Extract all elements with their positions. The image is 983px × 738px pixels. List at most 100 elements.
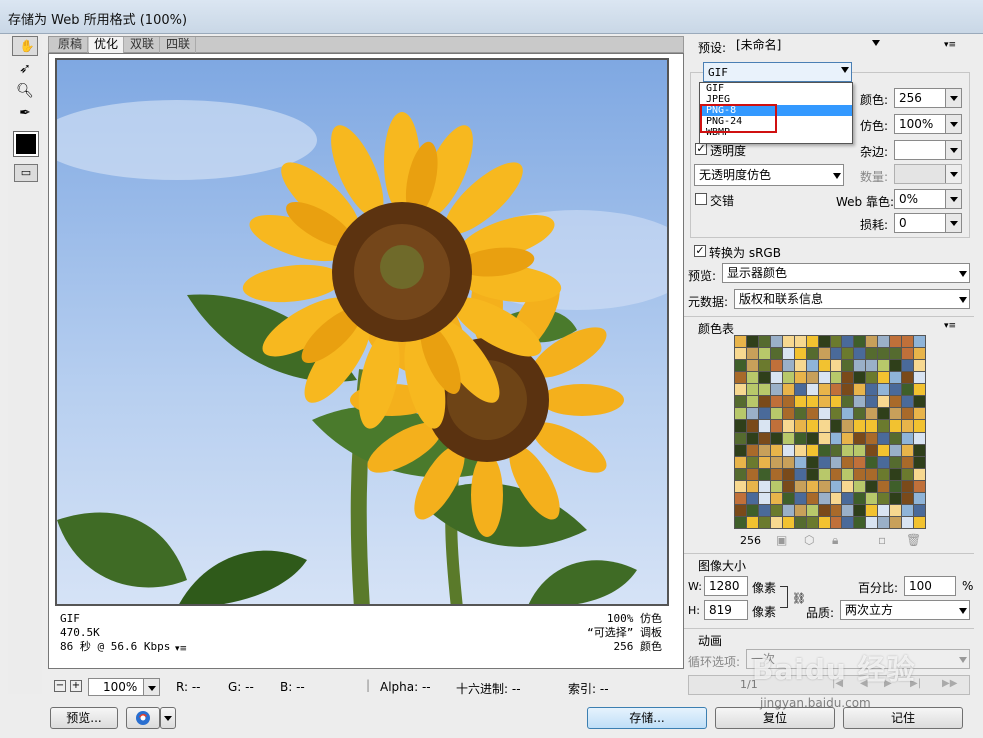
color-swatch[interactable]: [902, 396, 914, 408]
color-swatch[interactable]: [890, 516, 902, 528]
color-swatch[interactable]: [770, 444, 782, 456]
color-swatch[interactable]: [758, 444, 770, 456]
color-swatch[interactable]: [758, 456, 770, 468]
color-swatch[interactable]: [890, 444, 902, 456]
color-swatch[interactable]: [830, 480, 842, 492]
new-color-icon[interactable]: ▫: [878, 533, 886, 547]
color-swatch[interactable]: [758, 372, 770, 384]
color-swatch[interactable]: [770, 372, 782, 384]
color-swatch[interactable]: [770, 420, 782, 432]
color-swatch[interactable]: [866, 360, 878, 372]
color-swatch[interactable]: [830, 504, 842, 516]
color-swatch[interactable]: [794, 444, 806, 456]
color-swatch[interactable]: [866, 336, 878, 348]
color-swatch[interactable]: [806, 516, 818, 528]
color-swatch[interactable]: [866, 420, 878, 432]
lossy-field[interactable]: 0: [894, 213, 962, 233]
eyedropper-color-swatch[interactable]: [13, 131, 39, 157]
color-swatch[interactable]: [746, 360, 758, 372]
color-swatch[interactable]: [782, 504, 794, 516]
color-swatch[interactable]: [818, 384, 830, 396]
download-speed-menu-icon[interactable]: ▾≡: [175, 645, 189, 655]
color-swatch[interactable]: [890, 420, 902, 432]
color-swatch[interactable]: [818, 360, 830, 372]
color-swatch[interactable]: [902, 420, 914, 432]
color-swatch[interactable]: [830, 420, 842, 432]
color-swatch[interactable]: [782, 372, 794, 384]
remember-button[interactable]: 记住: [843, 707, 963, 729]
color-swatch[interactable]: [806, 408, 818, 420]
color-swatch[interactable]: [735, 480, 746, 492]
color-swatch[interactable]: [746, 348, 758, 360]
color-swatch[interactable]: [878, 336, 890, 348]
color-swatch[interactable]: [830, 468, 842, 480]
color-swatch[interactable]: [818, 468, 830, 480]
color-swatch[interactable]: [878, 480, 890, 492]
color-swatch[interactable]: [794, 504, 806, 516]
color-swatch[interactable]: [878, 516, 890, 528]
color-swatch[interactable]: [902, 504, 914, 516]
color-swatch[interactable]: [806, 384, 818, 396]
color-swatch[interactable]: [735, 360, 746, 372]
color-swatch[interactable]: [735, 444, 746, 456]
web-snap-field[interactable]: 0%: [894, 189, 962, 209]
color-swatch[interactable]: [890, 480, 902, 492]
color-swatch[interactable]: [890, 360, 902, 372]
color-swatch[interactable]: [758, 504, 770, 516]
color-swatch[interactable]: [818, 348, 830, 360]
color-swatch[interactable]: [842, 360, 854, 372]
color-swatch[interactable]: [890, 372, 902, 384]
format-option-gif[interactable]: GIF: [700, 83, 852, 94]
color-swatch[interactable]: [842, 384, 854, 396]
color-swatch[interactable]: [735, 396, 746, 408]
color-swatch[interactable]: [842, 516, 854, 528]
color-swatch[interactable]: [782, 420, 794, 432]
color-swatch[interactable]: [806, 432, 818, 444]
color-swatch[interactable]: [770, 468, 782, 480]
color-swatch[interactable]: [902, 348, 914, 360]
lock-color-icon[interactable]: 🔒︎: [832, 533, 838, 548]
color-swatch[interactable]: [866, 504, 878, 516]
color-swatch[interactable]: [782, 468, 794, 480]
quality-select[interactable]: 两次立方: [840, 600, 970, 620]
color-swatch[interactable]: [794, 456, 806, 468]
color-swatch[interactable]: [818, 456, 830, 468]
trash-icon[interactable]: 🗑︎: [906, 533, 921, 547]
sunflower-image[interactable]: [55, 58, 669, 606]
color-swatch[interactable]: [902, 372, 914, 384]
color-swatch[interactable]: [758, 420, 770, 432]
color-swatch[interactable]: [878, 456, 890, 468]
color-swatch[interactable]: [794, 480, 806, 492]
color-swatch[interactable]: [854, 444, 866, 456]
color-swatch[interactable]: [866, 372, 878, 384]
color-swatch[interactable]: [782, 456, 794, 468]
tab-optimized[interactable]: 优化: [89, 37, 125, 53]
metadata-select[interactable]: 版权和联系信息: [734, 289, 970, 309]
color-swatch[interactable]: [758, 336, 770, 348]
color-swatch[interactable]: [794, 372, 806, 384]
color-swatch[interactable]: [842, 420, 854, 432]
transparency-checkbox[interactable]: ✓: [695, 143, 707, 155]
color-swatch[interactable]: [878, 420, 890, 432]
color-swatch[interactable]: [878, 348, 890, 360]
color-swatch[interactable]: [890, 492, 902, 504]
slice-select-tool-icon[interactable]: ➶: [12, 58, 38, 80]
color-swatch[interactable]: [782, 384, 794, 396]
color-swatch[interactable]: [890, 348, 902, 360]
color-swatch[interactable]: [902, 468, 914, 480]
color-swatch[interactable]: [770, 396, 782, 408]
color-swatch[interactable]: [914, 456, 925, 468]
color-swatch[interactable]: [902, 456, 914, 468]
color-swatch[interactable]: [890, 396, 902, 408]
color-swatch[interactable]: [794, 492, 806, 504]
color-swatch[interactable]: [902, 432, 914, 444]
color-swatch[interactable]: [770, 480, 782, 492]
color-swatch[interactable]: [782, 348, 794, 360]
color-swatch[interactable]: [758, 516, 770, 528]
color-swatch[interactable]: [914, 492, 925, 504]
color-swatch[interactable]: [854, 336, 866, 348]
color-swatch[interactable]: [878, 360, 890, 372]
browser-preview-button[interactable]: [126, 707, 160, 729]
color-swatch[interactable]: [794, 396, 806, 408]
hand-tool-icon[interactable]: ✋: [12, 36, 38, 56]
